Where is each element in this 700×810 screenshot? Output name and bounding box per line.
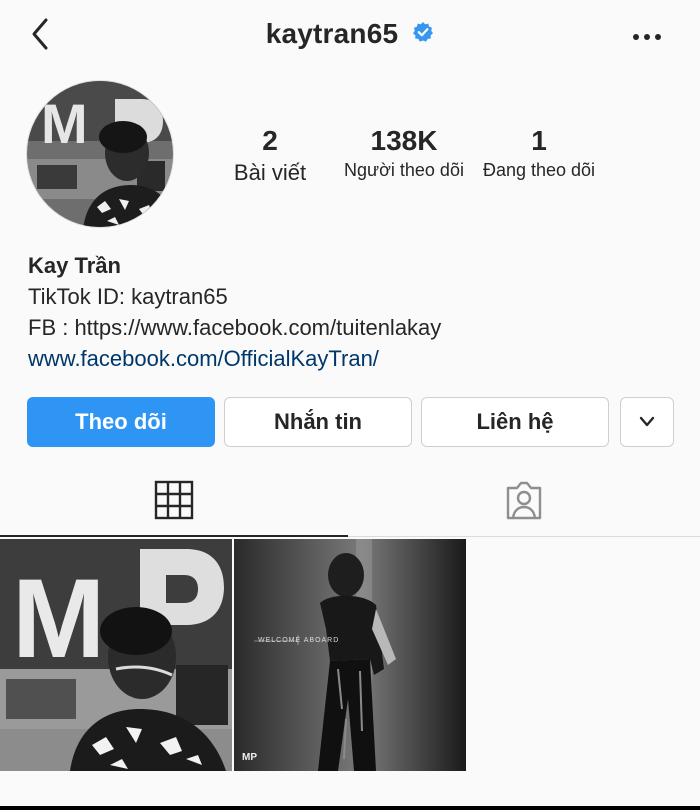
grid-icon	[154, 480, 194, 520]
chevron-down-icon	[639, 416, 655, 427]
followers-count-label: Người theo dõi	[344, 160, 464, 180]
posts-count-label: Bài viết	[233, 160, 307, 185]
bottom-divider	[0, 806, 700, 810]
following-count-value: 1	[531, 125, 547, 156]
contact-button[interactable]: Liên hệ	[421, 397, 609, 447]
profile-bio: Kay Trần TikTok ID: kaytran65 FB : https…	[28, 250, 678, 374]
posts-grid: M WELCOME ABOARD MP	[0, 539, 700, 771]
tagged-person-icon	[506, 481, 542, 520]
message-button[interactable]: Nhắn tin	[224, 397, 412, 447]
bio-line-facebook: FB : https://www.facebook.com/tuitenlaka…	[28, 315, 442, 340]
verified-badge-icon	[412, 18, 434, 50]
profile-header: kaytran65	[0, 0, 700, 72]
profile-tabs	[0, 465, 700, 537]
follow-button[interactable]: Theo dõi	[27, 397, 215, 447]
tab-tagged[interactable]	[350, 465, 698, 537]
tab-posts-grid[interactable]	[0, 465, 348, 537]
posts-count[interactable]: 2 Bài viết	[222, 126, 318, 186]
post-caption: WELCOME ABOARD	[258, 637, 340, 644]
svg-text:M: M	[41, 92, 88, 155]
followers-count[interactable]: 138K Người theo dõi	[336, 126, 472, 181]
page-title: kaytran65	[0, 18, 700, 50]
following-count-label: Đang theo dõi	[482, 160, 596, 180]
posts-count-value: 2	[262, 125, 278, 156]
more-horizontal-icon	[633, 34, 661, 40]
followers-count-value: 138K	[370, 125, 438, 156]
more-options-button[interactable]	[632, 30, 662, 42]
following-count[interactable]: 1 Đang theo dõi	[474, 126, 604, 181]
username-label: kaytran65	[265, 18, 399, 49]
bio-line-tiktok: TikTok ID: kaytran65	[28, 284, 228, 309]
bio-website-link[interactable]: www.facebook.com/OfficialKayTran/	[28, 343, 678, 374]
svg-text:M: M	[12, 556, 105, 681]
post-thumbnail[interactable]: M	[0, 539, 232, 771]
post-logo-mark: MP	[242, 752, 257, 763]
display-name: Kay Trần	[28, 253, 121, 278]
suggested-accounts-button[interactable]	[620, 397, 674, 447]
profile-avatar[interactable]: M	[26, 80, 174, 228]
post-thumbnail[interactable]: WELCOME ABOARD MP	[234, 539, 466, 771]
